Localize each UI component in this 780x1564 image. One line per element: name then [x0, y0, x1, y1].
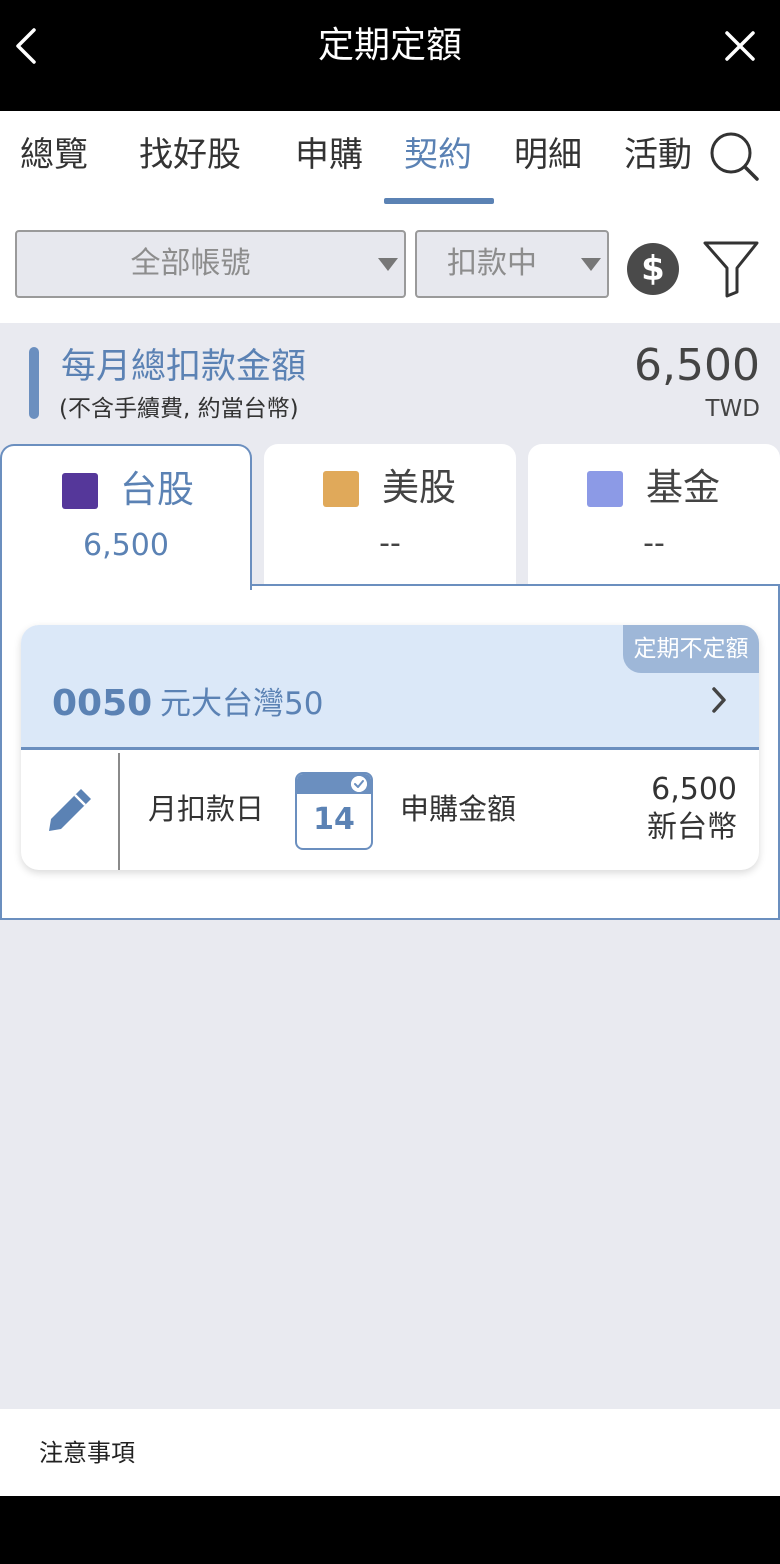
us-stock-color-swatch	[323, 471, 359, 507]
calendar-icon: 14	[295, 772, 373, 850]
caret-down-icon	[378, 258, 398, 271]
category-value: --	[643, 526, 665, 561]
tw-stock-color-swatch	[62, 473, 98, 509]
subscription-amount-value: 6,500	[651, 772, 737, 807]
contract-card-header[interactable]: 定期不定額 0050 元大台灣50	[21, 625, 759, 750]
subscription-amount-label: 申購金額	[400, 792, 517, 826]
monthly-total-title: 每月總扣款金額	[61, 347, 307, 387]
debit-day-label: 月扣款日	[148, 792, 265, 826]
tab-subscribe[interactable]: 申購	[295, 133, 363, 177]
monthly-total-note: (不含手續費, 約當台幣)	[59, 396, 299, 422]
notice-link[interactable]: 注意事項	[39, 1437, 135, 1469]
monthly-total-amount: 6,500	[634, 340, 760, 391]
tab-contracts[interactable]: 契約	[404, 133, 472, 177]
search-icon[interactable]	[708, 130, 760, 182]
tab-overview[interactable]: 總覽	[20, 133, 88, 177]
subscription-amount-currency: 新台幣	[647, 810, 737, 845]
filter-funnel-icon[interactable]	[702, 238, 760, 298]
tab-details[interactable]: 明細	[514, 133, 582, 177]
status-select[interactable]: 扣款中	[415, 230, 609, 298]
contract-type-badge: 定期不定額	[623, 625, 759, 673]
check-icon	[351, 776, 367, 792]
account-select[interactable]: 全部帳號	[15, 230, 406, 298]
bottom-bar	[0, 1496, 780, 1564]
category-name: 美股	[382, 466, 456, 509]
divider	[118, 753, 120, 870]
category-tab-fund[interactable]: 基金 --	[528, 444, 780, 586]
contract-card: 定期不定額 0050 元大台灣50 月扣款日 14 申購金額 6,500 新台幣	[21, 625, 759, 870]
debit-day-value: 14	[313, 802, 355, 837]
chevron-right-icon	[712, 687, 726, 713]
category-name: 台股	[120, 468, 194, 511]
category-tab-us-stock[interactable]: 美股 --	[264, 444, 516, 586]
tab-find-stocks[interactable]: 找好股	[139, 133, 241, 177]
stock-name: 元大台灣50	[160, 686, 324, 722]
caret-down-icon	[581, 258, 601, 271]
page-title: 定期定額	[317, 25, 462, 66]
category-name: 基金	[646, 466, 720, 509]
monthly-total-currency: TWD	[705, 396, 760, 422]
summary-accent-bar	[29, 347, 39, 419]
account-select-value: 全部帳號	[130, 246, 251, 281]
top-bar: 定期定額	[0, 0, 780, 111]
close-icon[interactable]	[724, 30, 756, 62]
category-tab-tw-stock[interactable]: 台股 6,500	[0, 444, 252, 590]
footer: 注意事項	[0, 1409, 780, 1496]
stock-code: 0050	[52, 683, 153, 724]
pencil-edit-icon[interactable]	[45, 785, 95, 835]
fund-color-swatch	[587, 471, 623, 507]
currency-dollar-icon[interactable]: $	[627, 243, 679, 295]
active-tab-indicator	[384, 198, 494, 204]
category-value: 6,500	[83, 528, 169, 563]
status-select-value: 扣款中	[447, 246, 537, 281]
category-value: --	[379, 526, 401, 561]
tab-events[interactable]: 活動	[624, 133, 692, 177]
